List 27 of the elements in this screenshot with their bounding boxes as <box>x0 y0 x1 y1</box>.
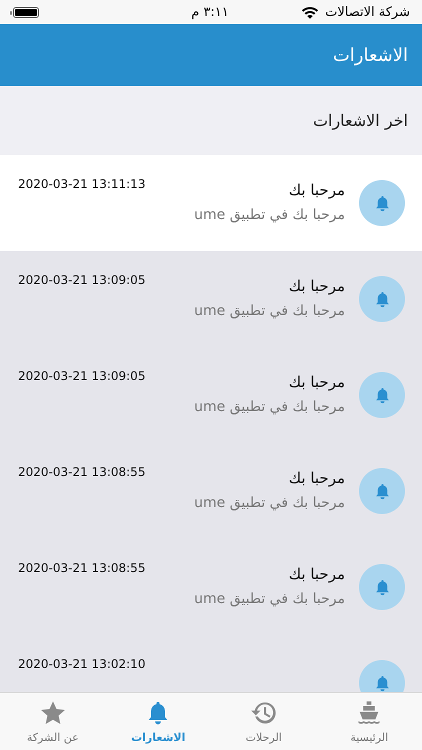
status-time: ٣:١١ م <box>191 4 229 20</box>
notification-time: 2020-03-21 13:09:05 <box>18 369 146 383</box>
star-icon <box>38 699 67 727</box>
notification-time: 2020-03-21 13:02:10 <box>18 657 146 671</box>
notification-title: مرحبا بك <box>288 181 345 199</box>
notification-message: مرحبا بك في تطبيق ume <box>194 399 345 415</box>
notification-title: مرحبا بك <box>288 277 345 295</box>
notification-title: مرحبا بك <box>288 565 345 583</box>
notification-time: 2020-03-21 13:11:13 <box>18 177 146 191</box>
notification-time: 2020-03-21 13:08:55 <box>18 561 146 575</box>
wifi-icon <box>301 6 320 18</box>
carrier-name: شركة الاتصالات <box>325 4 410 20</box>
notification-item[interactable]: 2020-03-21 13:02:10 <box>0 635 422 692</box>
tab-bar-item[interactable]: عن الشركة <box>0 693 106 750</box>
section-title: اخر الاشعارات <box>312 111 408 130</box>
tab-bar-item[interactable]: الرحلات <box>211 693 316 750</box>
notification-title: مرحبا بك <box>288 373 345 391</box>
notification-time: 2020-03-21 13:09:05 <box>18 273 146 287</box>
tab-bar-item[interactable]: الرئيسية <box>316 693 422 750</box>
notification-message: مرحبا بك في تطبيق ume <box>194 303 345 319</box>
notification-time: 2020-03-21 13:08:55 <box>18 465 146 479</box>
battery-icon <box>13 6 40 18</box>
notification-title: مرحبا بك <box>288 469 345 487</box>
notification-message: مرحبا بك في تطبيق ume <box>194 591 345 607</box>
header-title: الاشعارات <box>332 44 408 66</box>
notification-message: مرحبا بك في تطبيق ume <box>194 495 345 511</box>
notification-message: مرحبا بك في تطبيق ume <box>194 207 345 223</box>
